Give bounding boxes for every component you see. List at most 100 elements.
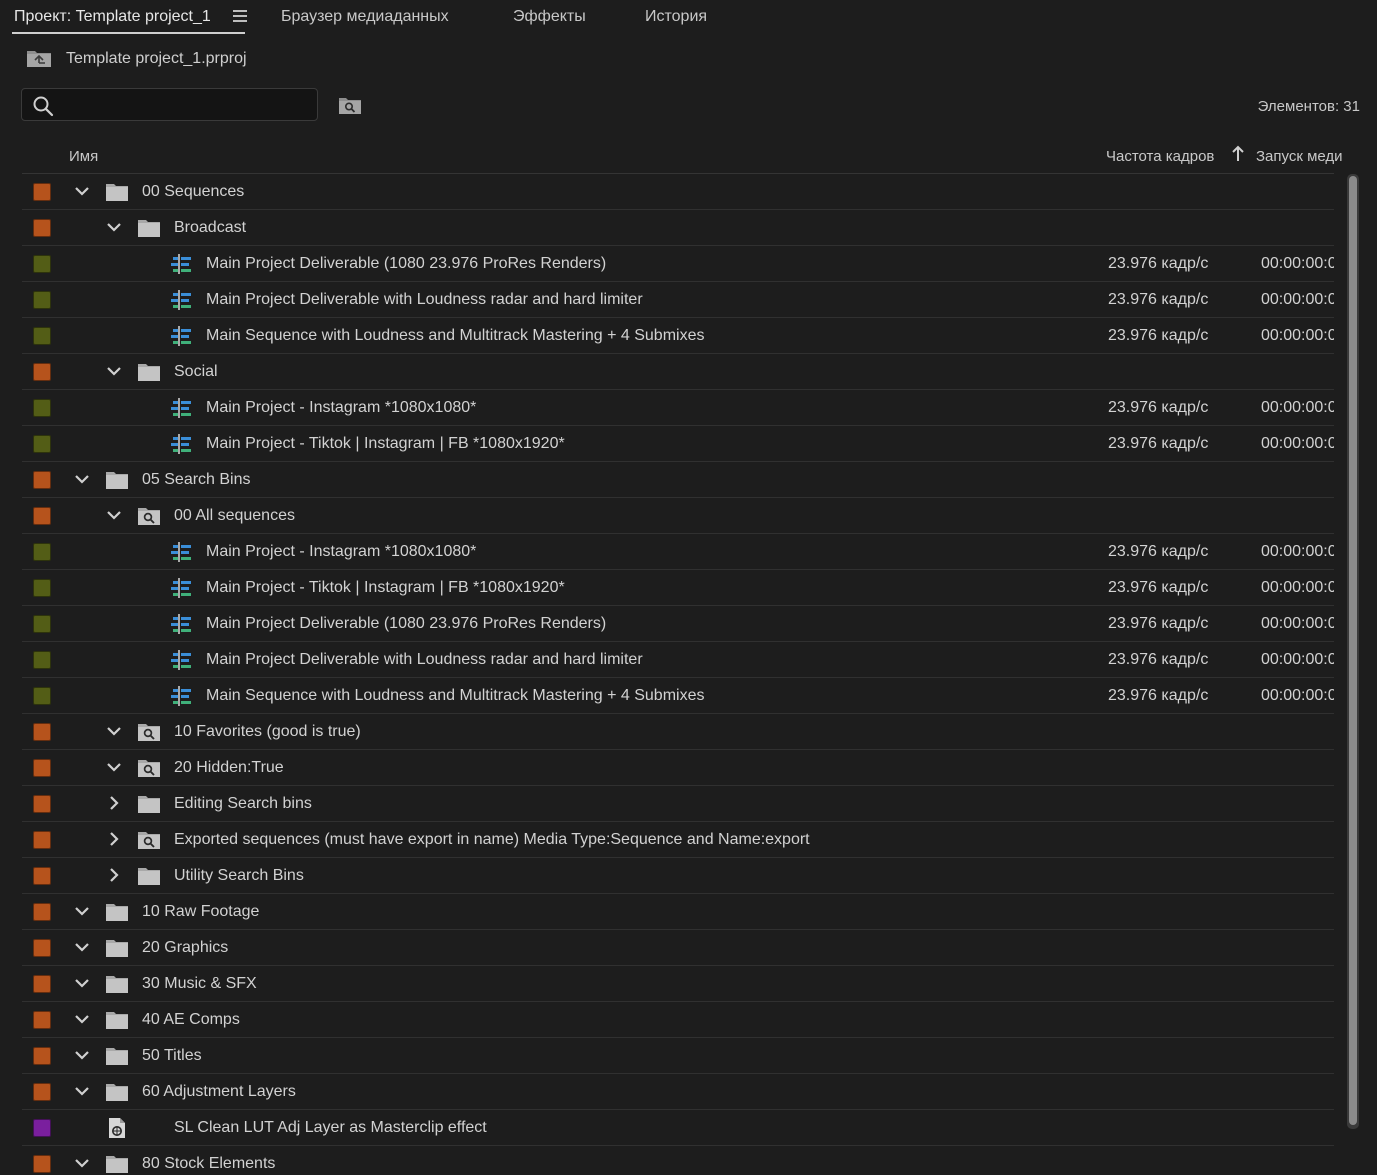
label-color-swatch[interactable] [33,651,51,669]
label-color-swatch[interactable] [33,723,51,741]
sequence-row[interactable]: Main Project Deliverable (1080 23.976 Pr… [22,246,1334,282]
chevron-down-icon[interactable] [74,471,90,487]
bin-row[interactable]: 30 Music & SFX [22,966,1334,1002]
label-color-swatch[interactable] [33,975,51,993]
bin-row[interactable]: Social [22,354,1334,390]
label-color-swatch[interactable] [33,903,51,921]
chevron-down-icon[interactable] [74,975,90,991]
chevron-down-icon[interactable] [74,1011,90,1027]
item-frame-rate: 23.976 кадр/с [1108,255,1209,272]
chevron-right-icon[interactable] [106,867,122,883]
item-media-start: 00:00:00:00 [1261,435,1334,452]
bin-row[interactable]: 80 Stock Elements [22,1146,1334,1175]
tab-media-browser[interactable]: Браузер медиаданных [281,8,449,26]
label-color-swatch[interactable] [33,291,51,309]
bin-row[interactable]: 20 Graphics [22,930,1334,966]
column-header-name[interactable]: Имя [69,148,98,165]
label-color-swatch[interactable] [33,1083,51,1101]
bin-row[interactable]: 00 Sequences [22,174,1334,210]
bin-row[interactable]: 10 Favorites (good is true) [22,714,1334,750]
label-color-swatch[interactable] [33,255,51,273]
label-color-swatch[interactable] [33,831,51,849]
sequence-row[interactable]: Main Project - Instagram *1080x1080* 23.9… [22,390,1334,426]
chevron-down-icon[interactable] [74,1155,90,1171]
item-frame-rate: 23.976 кадр/с [1108,435,1209,452]
bin-row[interactable]: 40 AE Comps [22,1002,1334,1038]
chevron-down-icon[interactable] [106,759,122,775]
chevron-down-icon[interactable] [74,903,90,919]
adjustment-layer-icon [109,1118,125,1138]
bin-row[interactable]: 10 Raw Footage [22,894,1334,930]
sequence-row[interactable]: Main Project - Tiktok | Instagram | FB *… [22,426,1334,462]
label-color-swatch[interactable] [33,759,51,777]
tab-history[interactable]: История [645,8,707,26]
item-name: 20 Hidden:True [174,759,284,776]
sequence-row[interactable]: Main Project Deliverable with Loudness r… [22,642,1334,678]
new-search-bin-icon[interactable] [338,95,362,115]
bin-row[interactable]: Exported sequences (must have export in … [22,822,1334,858]
bin-row[interactable]: Editing Search bins [22,786,1334,822]
chevron-down-icon[interactable] [74,1083,90,1099]
label-color-swatch[interactable] [33,687,51,705]
bin-row[interactable]: Broadcast [22,210,1334,246]
sequence-row[interactable]: Main Project - Instagram *1080x1080* 23.9… [22,534,1334,570]
sequence-row[interactable]: Main Project Deliverable (1080 23.976 Pr… [22,606,1334,642]
label-color-swatch[interactable] [33,1047,51,1065]
bin-row[interactable]: 20 Hidden:True [22,750,1334,786]
label-color-swatch[interactable] [33,615,51,633]
label-color-swatch[interactable] [33,1155,51,1173]
bin-row[interactable]: 00 All sequences [22,498,1334,534]
label-color-swatch[interactable] [33,1119,51,1137]
sequence-row[interactable]: Main Project Deliverable with Loudness r… [22,282,1334,318]
bin-folder-icon [106,940,128,957]
bin-row[interactable]: Utility Search Bins [22,858,1334,894]
item-name: Exported sequences (must have export in … [174,831,810,848]
bin-row[interactable]: 50 Titles [22,1038,1334,1074]
column-header-media-start[interactable]: Запуск меди [1256,148,1346,165]
chevron-right-icon[interactable] [106,795,122,811]
sequence-row[interactable]: Main Sequence with Loudness and Multitra… [22,678,1334,714]
label-color-swatch[interactable] [33,399,51,417]
search-bin-icon [138,832,160,849]
chevron-down-icon[interactable] [106,723,122,739]
chevron-down-icon[interactable] [106,363,122,379]
label-color-swatch[interactable] [33,363,51,381]
bin-row[interactable]: 60 Adjustment Layers [22,1074,1334,1110]
chevron-right-icon[interactable] [106,831,122,847]
label-color-swatch[interactable] [33,183,51,201]
column-header-frame-rate[interactable]: Частота кадров [1106,148,1214,165]
item-name: Main Project - Instagram *1080x1080* [206,399,477,416]
tab-project[interactable]: Проект: Template project_1 [14,8,211,26]
label-color-swatch[interactable] [33,579,51,597]
chevron-down-icon[interactable] [74,1047,90,1063]
folder-up-icon[interactable] [26,48,52,68]
sequence-row[interactable]: Main Sequence with Loudness and Multitra… [22,318,1334,354]
label-color-swatch[interactable] [33,471,51,489]
label-color-swatch[interactable] [33,543,51,561]
label-color-swatch[interactable] [33,507,51,525]
sequence-row[interactable]: Main Project - Tiktok | Instagram | FB *… [22,570,1334,606]
label-color-swatch[interactable] [33,219,51,237]
sequence-icon [171,686,191,706]
label-color-swatch[interactable] [33,1011,51,1029]
scrollbar-thumb[interactable] [1349,176,1357,1125]
chevron-down-icon[interactable] [106,219,122,235]
sequence-icon [171,290,191,310]
bin-folder-icon [106,976,128,993]
bin-row[interactable]: 05 Search Bins [22,462,1334,498]
chevron-down-icon[interactable] [106,507,122,523]
label-color-swatch[interactable] [33,939,51,957]
label-color-swatch[interactable] [33,867,51,885]
search-input[interactable] [62,93,314,119]
search-field[interactable] [21,88,318,121]
chevron-down-icon[interactable] [74,183,90,199]
label-color-swatch[interactable] [33,795,51,813]
label-color-swatch[interactable] [33,327,51,345]
tab-effects[interactable]: Эффекты [513,8,586,26]
label-color-swatch[interactable] [33,435,51,453]
sort-ascending-icon[interactable] [1231,145,1245,163]
chevron-down-icon[interactable] [74,939,90,955]
clip-row[interactable]: SL Clean LUT Adj Layer as Masterclip eff… [22,1110,1334,1146]
hamburger-menu-icon[interactable] [233,10,247,22]
vertical-scrollbar[interactable] [1347,174,1359,1129]
